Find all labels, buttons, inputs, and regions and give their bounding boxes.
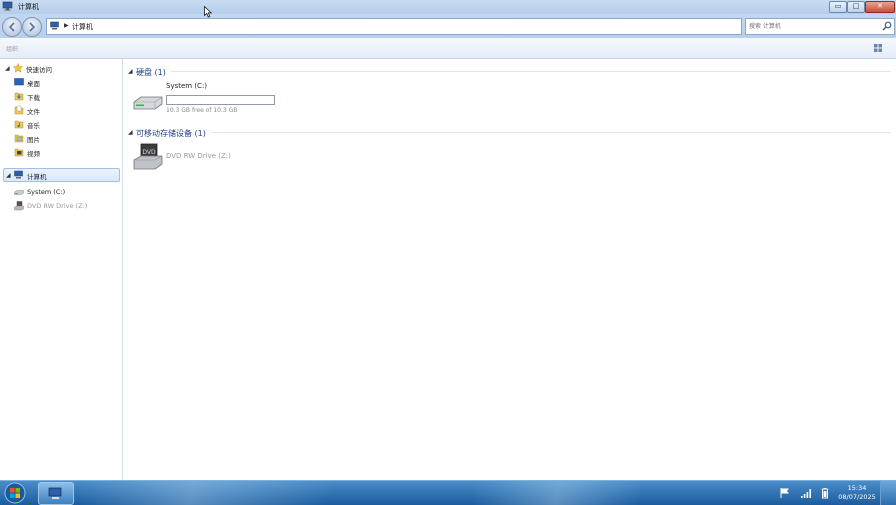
sidebar-item-label: 快速访问	[26, 66, 52, 74]
maximize-button[interactable]: □	[847, 1, 865, 13]
minimize-button[interactable]: ▭	[829, 1, 847, 13]
back-arrow-icon	[8, 22, 15, 32]
navigation-pane: ◢ 快速访问 桌面 下载 文件 音乐 图片 视频 ◢ 计算机 System (C…	[0, 59, 123, 480]
music-folder-icon	[14, 120, 24, 129]
computer-icon	[48, 487, 62, 499]
sidebar-item-label: 音乐	[27, 122, 40, 130]
sidebar-item-dvd-drive[interactable]: DVD RW Drive (Z:)	[0, 200, 120, 212]
forward-arrow-icon	[29, 22, 36, 32]
window-title: 计算机	[18, 3, 39, 11]
sidebar-item-desktop[interactable]: 桌面	[0, 76, 120, 88]
sidebar-item-system-drive[interactable]: System (C:)	[0, 186, 120, 198]
start-button[interactable]	[2, 482, 28, 504]
hard-drive-icon	[133, 96, 163, 110]
clock-date[interactable]: 08/07/2025	[836, 493, 878, 501]
downloads-folder-icon	[14, 92, 24, 101]
removable-storage-heading[interactable]: 可移动存储设备 (1)	[136, 128, 206, 139]
clock-time[interactable]: 15:34	[840, 484, 874, 492]
hard-disks-heading[interactable]: 硬盘 (1)	[136, 67, 166, 78]
expand-arrow-icon[interactable]: ◢	[6, 172, 11, 179]
collapse-arrow-icon[interactable]: ◢	[128, 68, 133, 75]
back-button[interactable]	[2, 17, 22, 37]
videos-folder-icon	[14, 148, 24, 157]
sidebar-item-label: 计算机	[27, 173, 47, 181]
close-button[interactable]: ✕	[865, 1, 895, 13]
drive-free-space: 10.3 GB free of 10.3 GB	[166, 107, 238, 114]
dvd-drive-icon: DVD	[133, 143, 163, 170]
computer-icon	[2, 1, 13, 11]
sidebar-item-label: 视频	[27, 150, 40, 158]
taskbar-background	[80, 481, 640, 505]
content-pane: ◢ 硬盘 (1) System (C:) 10.3 GB free of 10.…	[123, 59, 896, 480]
collapse-arrow-icon[interactable]: ◢	[128, 129, 133, 136]
address-bar[interactable]: ▶ 计算机	[46, 18, 742, 35]
hard-drive-icon	[14, 190, 24, 195]
sidebar-item-documents[interactable]: 文件	[0, 104, 120, 116]
search-box[interactable]	[745, 18, 895, 35]
drive-usage-bar	[166, 95, 275, 105]
svg-text:DVD: DVD	[142, 149, 156, 156]
organize-button[interactable]: 组织	[6, 44, 18, 53]
sidebar-item-label: 文件	[27, 108, 40, 116]
group-divider	[171, 71, 891, 72]
sidebar-item-pictures[interactable]: 图片	[0, 132, 120, 144]
group-divider	[211, 132, 891, 133]
star-icon	[13, 63, 23, 73]
documents-folder-icon	[14, 105, 24, 115]
show-desktop-button[interactable]	[880, 481, 896, 505]
sidebar-item-label: System (C:)	[27, 188, 66, 196]
drive-name: System (C:)	[166, 82, 208, 90]
address-bar-area: ▶ 计算机	[0, 14, 896, 38]
forward-button[interactable]	[22, 17, 42, 37]
dvd-drive-icon	[14, 201, 24, 211]
sidebar-item-music[interactable]: 音乐	[0, 118, 120, 130]
view-options-icon[interactable]	[873, 43, 883, 53]
pictures-folder-icon	[14, 134, 24, 143]
sidebar-item-downloads[interactable]: 下载	[0, 90, 120, 102]
taskbar: 15:34 08/07/2025	[0, 480, 896, 505]
breadcrumb-arrow-icon[interactable]: ▶	[64, 22, 69, 29]
computer-icon	[50, 21, 59, 30]
title-bar: 计算机 ▭ □ ✕	[0, 0, 896, 14]
action-center-flag-icon[interactable]	[779, 487, 791, 499]
computer-icon	[14, 170, 23, 179]
network-signal-icon[interactable]	[800, 487, 812, 499]
search-icon[interactable]	[882, 21, 892, 31]
command-bar: 组织	[0, 38, 896, 59]
sidebar-item-label: DVD RW Drive (Z:)	[27, 202, 88, 210]
search-input[interactable]	[749, 20, 877, 32]
sidebar-item-quick-access[interactable]: ◢ 快速访问	[0, 62, 120, 74]
desktop-icon	[14, 78, 24, 86]
battery-icon[interactable]	[819, 487, 831, 499]
sidebar-item-videos[interactable]: 视频	[0, 146, 120, 158]
sidebar-item-computer[interactable]: ◢ 计算机	[3, 168, 120, 182]
mouse-cursor-icon	[204, 6, 212, 18]
breadcrumb-computer[interactable]: 计算机	[72, 22, 93, 32]
taskbar-explorer-button[interactable]	[38, 482, 74, 505]
sidebar-item-label: 图片	[27, 136, 40, 144]
sidebar-item-label: 下载	[27, 94, 40, 102]
expand-arrow-icon[interactable]: ◢	[5, 65, 10, 72]
sidebar-item-label: 桌面	[27, 80, 40, 88]
drive-name: DVD RW Drive (Z:)	[166, 152, 231, 160]
